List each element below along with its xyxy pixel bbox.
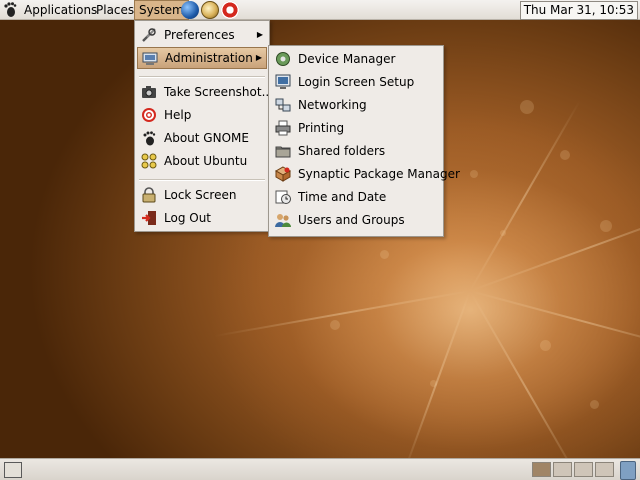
menu-item-about-ubuntu[interactable]: About Ubuntu [137, 150, 267, 172]
device-manager-icon [276, 52, 290, 66]
menu-item-label: Lock Screen [164, 188, 237, 202]
menu-item-label: Device Manager [298, 52, 396, 66]
applications-menu[interactable]: Applications [20, 0, 101, 20]
menu-item-users-and-groups[interactable]: Users and Groups [271, 209, 441, 231]
menu-separator [139, 179, 265, 181]
menu-item-log-out[interactable]: Log Out [137, 207, 267, 229]
menu-item-time-and-date[interactable]: Time and Date [271, 186, 441, 208]
menu-item-shared-folders[interactable]: Shared folders [271, 140, 441, 162]
menu-item-label: About Ubuntu [164, 154, 248, 168]
help-icon [142, 108, 156, 122]
menu-item-label: Synaptic Package Manager [298, 167, 460, 181]
menu-item-label: Preferences [164, 28, 235, 42]
shared-folder-icon [275, 146, 291, 158]
menu-item-label: Login Screen Setup [298, 75, 415, 89]
administration-submenu: Device Manager Login Screen Setup Networ… [268, 45, 460, 237]
bottom-panel [0, 458, 640, 480]
email-client-icon[interactable] [201, 1, 219, 19]
menu-item-administration[interactable]: Administration ▶ [137, 47, 267, 69]
web-browser-icon[interactable] [181, 1, 199, 19]
top-panel: Applications Places System Thu Mar 31, 1… [0, 0, 640, 20]
submenu-arrow-icon: ▶ [255, 53, 262, 62]
menu-item-about-gnome[interactable]: About GNOME [137, 127, 267, 149]
workspace-4[interactable] [595, 462, 614, 477]
menu-item-label: Administration [165, 51, 253, 65]
menu-item-take-screenshot[interactable]: Take Screenshot... [137, 81, 273, 103]
clock-icon [275, 190, 291, 204]
logout-icon [142, 211, 156, 225]
menu-item-networking[interactable]: Networking [271, 94, 441, 116]
menu-item-label: Shared folders [298, 144, 386, 158]
gnome-foot-icon [143, 131, 156, 146]
menu-item-label: Take Screenshot... [164, 85, 274, 99]
menu-item-label: Users and Groups [298, 213, 405, 227]
menu-item-label: Networking [298, 98, 367, 112]
printer-icon [275, 120, 291, 136]
gnome-foot-icon[interactable] [3, 2, 17, 18]
camera-icon [142, 86, 156, 98]
menu-item-label: Time and Date [298, 190, 387, 204]
preferences-icon [142, 28, 156, 42]
administration-icon [142, 52, 158, 65]
help-icon[interactable] [221, 1, 239, 19]
menu-item-lock-screen[interactable]: Lock Screen [137, 184, 267, 206]
lock-icon [142, 187, 156, 203]
users-icon [275, 214, 291, 227]
menu-separator [139, 76, 265, 78]
menu-item-synaptic-package-manager[interactable]: Synaptic Package Manager [271, 163, 460, 185]
menu-item-label: About GNOME [164, 131, 249, 145]
menu-item-preferences[interactable]: Preferences ▶ [137, 24, 267, 46]
network-icon [275, 98, 291, 112]
clock[interactable]: Thu Mar 31, 10:53 [519, 1, 638, 20]
workspace-3[interactable] [574, 462, 593, 477]
workspace-2[interactable] [553, 462, 572, 477]
menu-item-device-manager[interactable]: Device Manager [271, 48, 441, 70]
menu-item-label: Log Out [164, 211, 212, 225]
show-desktop-icon[interactable] [4, 462, 22, 478]
login-screen-icon [275, 74, 291, 89]
menu-item-printing[interactable]: Printing [271, 117, 441, 139]
synaptic-icon [275, 166, 291, 182]
ubuntu-icon [141, 153, 157, 169]
trash-icon[interactable] [620, 461, 636, 480]
system-dropdown: Preferences ▶ Administration ▶ Take Scre… [134, 20, 273, 232]
submenu-arrow-icon: ▶ [256, 30, 263, 39]
menu-item-login-screen-setup[interactable]: Login Screen Setup [271, 71, 441, 93]
menu-item-label: Help [164, 108, 192, 122]
workspace-1[interactable] [532, 462, 551, 477]
menu-item-help[interactable]: Help [137, 104, 267, 126]
menu-item-label: Printing [298, 121, 345, 135]
places-menu[interactable]: Places [92, 0, 138, 20]
